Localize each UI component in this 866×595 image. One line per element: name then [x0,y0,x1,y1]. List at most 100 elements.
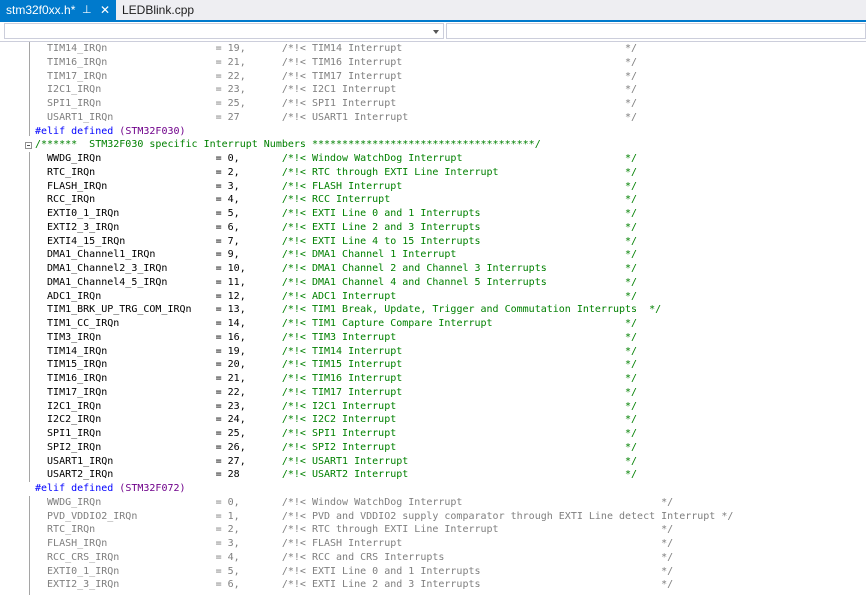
code-line[interactable]: EXTI4_15_IRQn = 7, /*!< EXTI Line 4 to 1… [35,235,733,249]
code-line[interactable]: I2C1_IRQn = 23, /*!< I2C1 Interrupt */ [35,83,733,97]
code-line[interactable]: TIM16_IRQn = 21, /*!< TIM16 Interrupt */ [35,56,733,70]
comment-text: /*!< DMA1 Channel 4 and Channel 5 Interr… [281,276,638,288]
code-line[interactable]: TIM16_IRQn = 21, /*!< TIM16 Interrupt */ [35,372,733,386]
comment-text: /*!< ADC1 Interrupt */ [281,290,638,302]
code-text: TIM1_BRK_UP_TRG_COM_IRQn = 13, [35,304,282,316]
code-line[interactable]: USART1_IRQn = 27 /*!< USART1 Interrupt *… [35,111,733,125]
fold-toggle-icon[interactable] [25,142,32,149]
comment-text: /*!< RTC through EXTI Line Interrupt */ [281,166,638,178]
code-line[interactable]: RTC_IRQn = 2, /*!< RTC through EXTI Line… [35,166,733,180]
code-line[interactable]: EXTI2_3_IRQn = 6, /*!< EXTI Line 2 and 3… [35,578,733,592]
code-text: USART2_IRQn = 28 [35,469,282,481]
comment-text: /*!< RCC Interrupt */ [281,194,638,206]
code-editor[interactable]: TIM14_IRQn = 19, /*!< TIM14 Interrupt */… [0,42,866,595]
code-line[interactable]: EXTI0_1_IRQn = 5, /*!< EXTI Line 0 and 1… [35,207,733,221]
code-text: TIM17_IRQn = 22, [35,386,282,398]
member-dropdown[interactable] [446,23,866,39]
tab-label: LEDBlink.cpp [122,3,195,17]
code-text: EXTI2_3_IRQn = 6, /*!< EXTI Line 2 and 3… [35,579,674,591]
code-text: I2C1_IRQn = 23, [35,400,282,412]
code-line[interactable]: SPI1_IRQn = 25, /*!< SPI1 Interrupt */ [35,97,733,111]
code-line[interactable]: SPI2_IRQn = 26, /*!< SPI2 Interrupt */ [35,441,733,455]
comment-text: /****** STM32F030 specific Interrupt Num… [35,139,541,151]
code-line[interactable]: RCC_IRQn = 4, /*!< RCC Interrupt */ [35,193,733,207]
code-text: I2C1_IRQn = 23, /*!< I2C1 Interrupt */ [35,84,638,96]
code-line[interactable]: RCC_CRS_IRQn = 4, /*!< RCC and CRS Inter… [35,551,733,565]
close-icon[interactable]: ✕ [100,0,110,20]
code-line[interactable]: WWDG_IRQn = 0, /*!< Window WatchDog Inte… [35,152,733,166]
code-line[interactable]: FLASH_IRQn = 3, /*!< FLASH Interrupt */ [35,537,733,551]
code-line[interactable]: TIM15_IRQn = 20, /*!< TIM15 Interrupt */ [35,358,733,372]
code-line[interactable]: #elif defined (STM32F072) [35,482,733,496]
code-line[interactable]: I2C1_IRQn = 23, /*!< I2C1 Interrupt */ [35,400,733,414]
code-text: EXTI0_1_IRQn = 5, /*!< EXTI Line 0 and 1… [35,565,674,577]
directive-text: #elif defined [35,483,120,494]
code-line[interactable]: SPI1_IRQn = 25, /*!< SPI1 Interrupt */ [35,427,733,441]
code-text: TIM14_IRQn = 19, /*!< TIM14 Interrupt */ [35,43,638,54]
code-text: FLASH_IRQn = 3, [35,180,282,192]
code-text: I2C2_IRQn = 24, [35,414,282,426]
code-line[interactable]: FLASH_IRQn = 3, /*!< FLASH Interrupt */ [35,180,733,194]
code-text: TIM16_IRQn = 21, [35,373,282,384]
scope-dropdown[interactable] [4,23,444,39]
line-gutter [0,42,24,595]
code-line[interactable]: /****** STM32F030 specific Interrupt Num… [35,138,733,152]
code-line[interactable]: USART2_IRQn = 28 /*!< USART2 Interrupt *… [35,468,733,482]
code-text: RCC_CRS_IRQn = 4, /*!< RCC and CRS Inter… [35,551,674,563]
code-line[interactable]: USART1_IRQn = 27, /*!< USART1 Interrupt … [35,455,733,469]
code-line[interactable]: TIM17_IRQn = 22, /*!< TIM17 Interrupt */ [35,70,733,84]
comment-text: /*!< TIM1 Capture Compare Interrupt */ [281,318,638,329]
code-line[interactable]: DMA1_Channel4_5_IRQn = 11, /*!< DMA1 Cha… [35,276,733,290]
code-line[interactable]: RTC_IRQn = 2, /*!< RTC through EXTI Line… [35,523,733,537]
code-line[interactable]: #elif defined (STM32F030) [35,125,733,139]
code-line[interactable]: TIM1_CC_IRQn = 14, /*!< TIM1 Capture Com… [35,317,733,331]
code-line[interactable]: DMA1_Channel2_3_IRQn = 10, /*!< DMA1 Cha… [35,262,733,276]
comment-text: /*!< FLASH Interrupt */ [281,180,638,192]
code-line[interactable]: PVD_VDDIO2_IRQn = 1, /*!< PVD and VDDIO2… [35,510,733,524]
comment-text: /*!< DMA1 Channel 1 Interrupt */ [281,249,638,261]
macro-text: (STM32F072) [119,483,186,494]
code-line[interactable]: TIM14_IRQn = 19, /*!< TIM14 Interrupt */ [35,42,733,56]
code-line[interactable]: TIM17_IRQn = 22, /*!< TIM17 Interrupt */ [35,386,733,400]
code-line[interactable]: WWDG_IRQn = 0, /*!< Window WatchDog Inte… [35,496,733,510]
code-text: TIM15_IRQn = 20, [35,359,282,371]
code-line[interactable]: ADC1_IRQn = 12, /*!< ADC1 Interrupt */ [35,290,733,304]
code-text: DMA1_Channel1_IRQn = 9, [35,249,282,261]
document-tab-bar: stm32f0xx.h* ⊥ ✕ LEDBlink.cpp [0,0,866,22]
code-line[interactable]: DMA1_Channel1_IRQn = 9, /*!< DMA1 Channe… [35,248,733,262]
code-line[interactable]: TIM14_IRQn = 19, /*!< TIM14 Interrupt */ [35,345,733,359]
code-line[interactable]: I2C2_IRQn = 24, /*!< I2C2 Interrupt */ [35,413,733,427]
comment-text: /*!< EXTI Line 2 and 3 Interrupts */ [281,221,638,233]
tab-stm32f0xx-h[interactable]: stm32f0xx.h* ⊥ ✕ [0,0,116,20]
comment-text: /*!< I2C2 Interrupt */ [281,414,638,426]
code-line[interactable]: TIM1_BRK_UP_TRG_COM_IRQn = 13, /*!< TIM1… [35,303,733,317]
code-text: TIM14_IRQn = 19, [35,345,282,357]
code-text: EXTI2_3_IRQn = 6, [35,221,282,233]
code-text: PVD_VDDIO2_IRQn = 1, /*!< PVD and VDDIO2… [35,510,734,522]
chevron-down-icon[interactable] [433,30,439,34]
code-text: SPI1_IRQn = 25, [35,428,282,439]
code-text: DMA1_Channel2_3_IRQn = 10, [35,263,282,274]
comment-text: /*!< I2C1 Interrupt */ [281,400,638,412]
comment-text: /*!< SPI2 Interrupt */ [281,441,638,453]
code-text: ADC1_IRQn = 12, [35,290,282,302]
code-text: FLASH_IRQn = 3, /*!< FLASH Interrupt */ [35,538,674,549]
code-text: DMA1_Channel4_5_IRQn = 11, [35,276,282,288]
comment-text: /*!< TIM14 Interrupt */ [281,345,638,357]
macro-text: (STM32F030) [119,125,186,137]
code-text: RTC_IRQn = 2, [35,166,282,178]
comment-text: /*!< TIM16 Interrupt */ [281,373,638,384]
comment-text: /*!< EXTI Line 0 and 1 Interrupts */ [281,208,638,219]
code-text: RCC_IRQn = 4, [35,194,282,206]
code-line[interactable]: EXTI0_1_IRQn = 5, /*!< EXTI Line 0 and 1… [35,565,733,579]
pin-icon[interactable]: ⊥ [82,0,92,20]
comment-text: /*!< TIM17 Interrupt */ [281,386,638,398]
tab-ledblink-cpp[interactable]: LEDBlink.cpp [116,0,194,20]
code-text: USART1_IRQn = 27 /*!< USART1 Interrupt *… [35,111,638,123]
comment-text: /*!< SPI1 Interrupt */ [281,428,638,439]
code-line[interactable]: TIM3_IRQn = 16, /*!< TIM3 Interrupt */ [35,331,733,345]
code-text: TIM17_IRQn = 22, /*!< TIM17 Interrupt */ [35,70,638,82]
code-line[interactable]: EXTI2_3_IRQn = 6, /*!< EXTI Line 2 and 3… [35,221,733,235]
navigation-bar [0,22,866,42]
code-text: RTC_IRQn = 2, /*!< RTC through EXTI Line… [35,524,674,536]
